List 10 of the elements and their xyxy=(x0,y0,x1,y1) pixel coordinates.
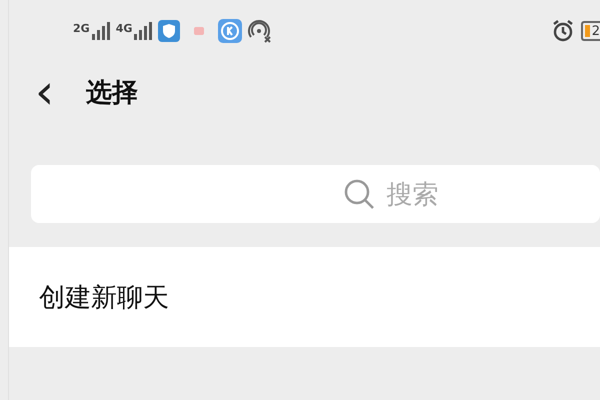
search-icon xyxy=(342,178,374,210)
page-title: 选择 xyxy=(86,76,138,110)
alarm-icon xyxy=(550,19,575,43)
hotspot-off-icon xyxy=(248,19,272,43)
shield-icon xyxy=(158,20,180,42)
list-item[interactable]: 创建新聊天 xyxy=(9,247,600,347)
battery-icon: 2 xyxy=(580,21,600,41)
back-button[interactable]: ‹ xyxy=(31,68,58,116)
k-app-icon xyxy=(218,19,242,43)
item-label: 创建新聊天 xyxy=(39,282,169,314)
